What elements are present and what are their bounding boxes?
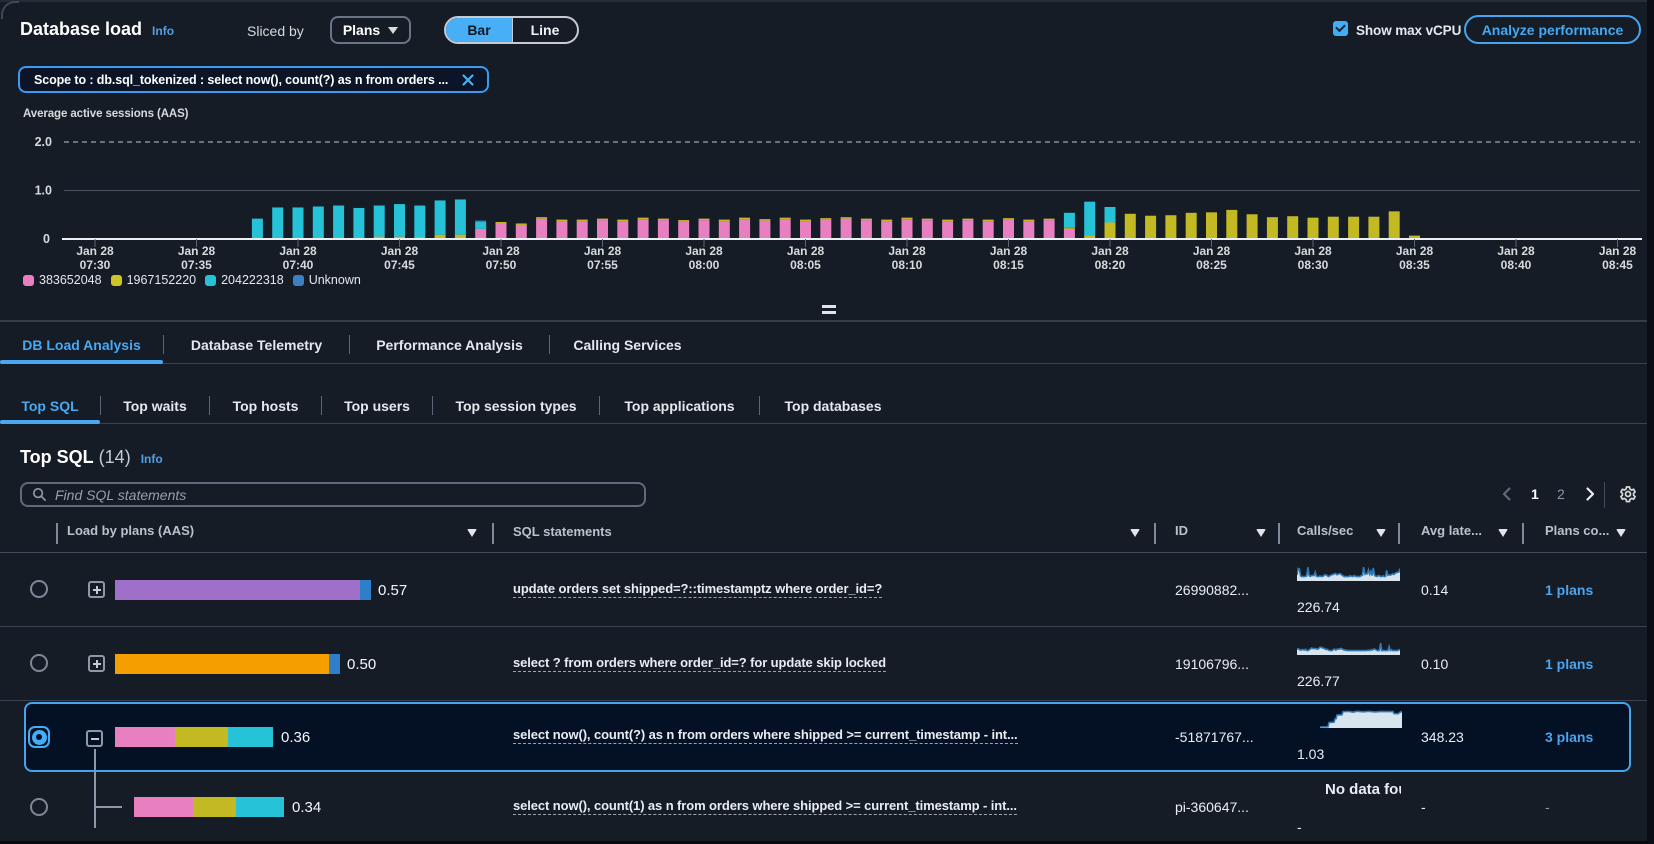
svg-text:Jan 28: Jan 28 <box>888 244 926 258</box>
svg-text:Jan 28: Jan 28 <box>482 244 520 258</box>
svg-text:Jan 28: Jan 28 <box>685 244 723 258</box>
svg-text:08:35: 08:35 <box>1399 258 1430 272</box>
svg-text:Jan 28: Jan 28 <box>381 244 419 258</box>
svg-text:Jan 28: Jan 28 <box>279 244 317 258</box>
svg-text:2.0: 2.0 <box>35 135 52 149</box>
svg-text:08:10: 08:10 <box>892 258 923 272</box>
svg-text:08:40: 08:40 <box>1501 258 1532 272</box>
svg-text:1.0: 1.0 <box>35 184 52 198</box>
svg-text:Jan 28: Jan 28 <box>178 244 216 258</box>
svg-text:Jan 28: Jan 28 <box>584 244 622 258</box>
svg-text:07:45: 07:45 <box>384 258 415 272</box>
svg-text:0: 0 <box>43 232 50 246</box>
svg-text:07:50: 07:50 <box>486 258 517 272</box>
svg-text:08:20: 08:20 <box>1095 258 1126 272</box>
svg-text:Jan 28: Jan 28 <box>1599 244 1637 258</box>
svg-text:Jan 28: Jan 28 <box>787 244 825 258</box>
svg-text:07:35: 07:35 <box>181 258 212 272</box>
svg-text:Jan 28: Jan 28 <box>1091 244 1129 258</box>
svg-text:Jan 28: Jan 28 <box>76 244 114 258</box>
svg-text:Jan 28: Jan 28 <box>1497 244 1535 258</box>
svg-text:08:15: 08:15 <box>993 258 1024 272</box>
svg-text:08:05: 08:05 <box>790 258 821 272</box>
svg-text:08:00: 08:00 <box>689 258 720 272</box>
svg-text:08:45: 08:45 <box>1602 258 1633 272</box>
svg-text:Jan 28: Jan 28 <box>1396 244 1434 258</box>
svg-text:08:25: 08:25 <box>1196 258 1227 272</box>
svg-text:07:55: 07:55 <box>587 258 618 272</box>
svg-text:07:40: 07:40 <box>283 258 314 272</box>
svg-text:Jan 28: Jan 28 <box>1193 244 1231 258</box>
svg-text:07:30: 07:30 <box>80 258 111 272</box>
svg-text:08:30: 08:30 <box>1298 258 1329 272</box>
svg-text:Jan 28: Jan 28 <box>990 244 1028 258</box>
svg-text:Jan 28: Jan 28 <box>1294 244 1332 258</box>
